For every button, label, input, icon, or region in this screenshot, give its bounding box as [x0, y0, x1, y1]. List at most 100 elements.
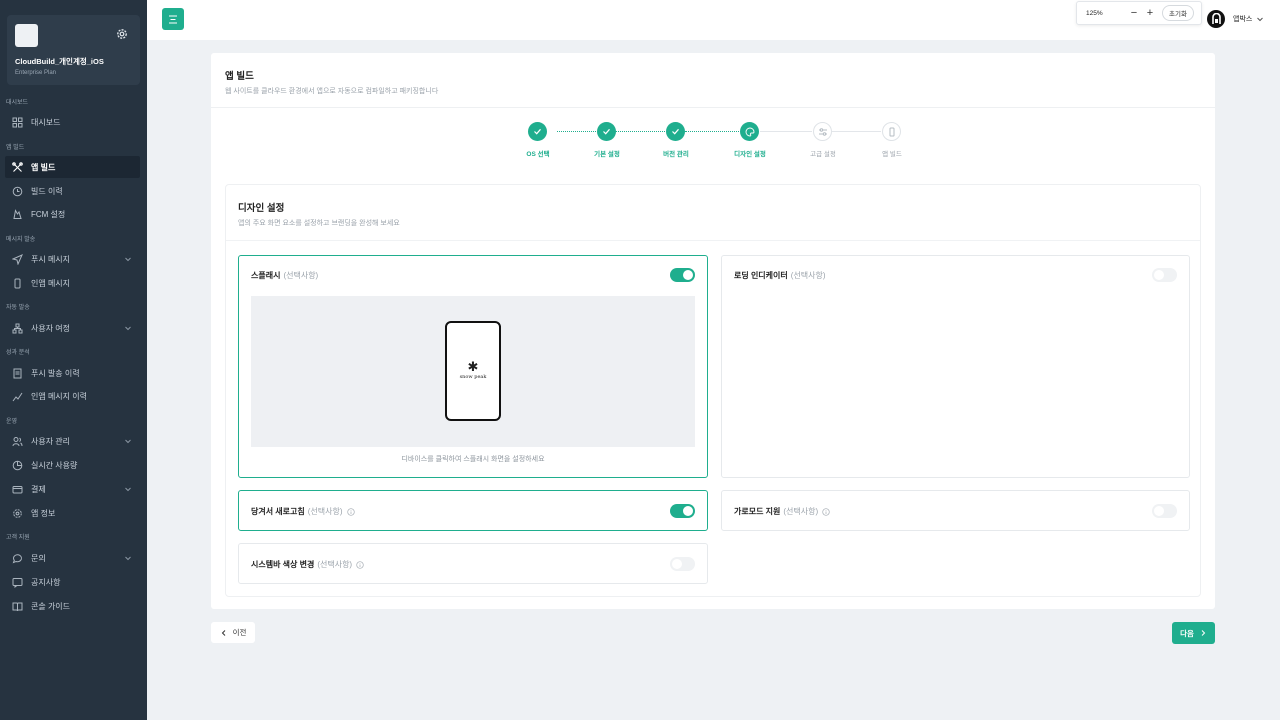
sidebar-item-fcm[interactable]: FCM 설정 [5, 203, 140, 225]
prev-label: 이전 [232, 628, 247, 637]
app-logo [15, 24, 38, 47]
step-connector [616, 131, 665, 132]
step-advanced[interactable] [813, 122, 832, 141]
step-os[interactable] [528, 122, 547, 141]
divider [211, 107, 1215, 108]
sidebar-item-push[interactable]: 푸시 메시지 [5, 248, 140, 270]
statusbar-toggle[interactable] [670, 557, 695, 571]
step-label-build: 앱 빌드 [882, 151, 902, 158]
statusbar-color-option: 시스템바 색상 변경 (선택사항) [238, 543, 708, 584]
history-icon [12, 186, 23, 196]
account-card[interactable]: CloudBuild_개인계정_iOS Enterprise Plan [7, 15, 140, 85]
loading-label: 로딩 인디케이터 (선택사항) [734, 270, 826, 281]
zoom-control: 125% − + 초기화 [1076, 1, 1202, 25]
menu-toggle-button[interactable] [162, 8, 184, 30]
splash-brand-logo: snow peak [459, 374, 487, 380]
splash-toggle[interactable] [670, 268, 695, 282]
sidebar-item-inapp-history[interactable]: 인앱 메시지 이력 [5, 385, 140, 407]
book-icon [12, 602, 23, 611]
section-support: 고객 지원 [6, 535, 30, 541]
sidebar-item-app-build[interactable]: 앱 빌드 [5, 156, 140, 178]
step-build[interactable] [882, 122, 901, 141]
sidebar: CloudBuild_개인계정_iOS Enterprise Plan 대시보드… [0, 0, 147, 720]
sidebar-item-label: 실시간 사용량 [31, 460, 78, 470]
topbar: 125% − + 초기화 앱박스 [147, 0, 1280, 40]
sidebar-item-label: 인앱 메시지 이력 [31, 391, 87, 401]
step-design[interactable] [740, 122, 759, 141]
sidebar-item-build-history[interactable]: 빌드 이력 [5, 180, 140, 202]
card-icon [12, 485, 23, 493]
phone-icon [14, 278, 21, 288]
splash-preview: ✱ snow peak [251, 296, 695, 447]
pull-refresh-option: 당겨서 새로고침 (선택사항) [238, 490, 708, 531]
chevron-down-icon [125, 439, 131, 444]
option-title: 가로모드 지원 [734, 507, 781, 516]
user-menu[interactable]: 앱박스 [1207, 10, 1264, 28]
sidebar-item-dashboard[interactable]: 대시보드 [5, 111, 140, 133]
next-label: 다음 [1180, 628, 1194, 638]
tools-icon [12, 161, 23, 172]
section-title: 디자인 설정 [238, 203, 285, 214]
sidebar-item-label: FCM 설정 [31, 209, 66, 219]
sidebar-item-inapp[interactable]: 인앱 메시지 [5, 272, 140, 294]
prev-button[interactable]: 이전 [211, 622, 255, 643]
next-button[interactable]: 다음 [1172, 622, 1215, 644]
step-label-version: 버전 관리 [663, 151, 689, 158]
chevron-down-icon [125, 326, 131, 331]
hamburger-icon [169, 14, 177, 24]
grid-icon [12, 117, 23, 127]
loading-toggle[interactable] [1152, 268, 1177, 282]
gear-icon [13, 508, 22, 518]
optional-tag: (선택사항) [783, 507, 819, 516]
option-title: 로딩 인디케이터 [734, 271, 788, 280]
flow-icon [12, 323, 23, 333]
sidebar-item-label: 결제 [31, 484, 46, 494]
option-title: 당겨서 새로고침 [251, 507, 305, 516]
step-label-advanced: 고급 설정 [810, 151, 836, 158]
option-title: 시스템바 색상 변경 [251, 560, 315, 569]
info-icon[interactable] [346, 507, 355, 516]
chevron-down-icon [125, 487, 131, 492]
zoom-reset-button[interactable]: 초기화 [1162, 5, 1194, 21]
option-title: 스플래시 [251, 271, 281, 280]
sidebar-item-label: 빌드 이력 [31, 186, 63, 196]
snowflake-icon: ✱ [467, 359, 479, 374]
pie-icon [12, 460, 23, 470]
landscape-toggle[interactable] [1152, 504, 1177, 518]
step-label-basic: 기본 설정 [594, 151, 620, 158]
section-auto: 자동 발송 [6, 305, 30, 311]
sidebar-item-inquiry[interactable]: 문의 [5, 547, 140, 569]
gear-icon[interactable] [115, 27, 129, 41]
step-label-design: 디자인 설정 [734, 151, 766, 158]
splash-option: 스플래시 (선택사항) ✱ snow peak 디바이스를 클릭하여 스플래시 … [238, 255, 708, 478]
sidebar-item-users[interactable]: 사용자 관리 [5, 430, 140, 452]
sidebar-item-push-history[interactable]: 푸시 발송 이력 [5, 362, 140, 384]
sidebar-item-journey[interactable]: 사용자 여정 [5, 317, 140, 339]
step-connector [760, 131, 812, 132]
splash-device[interactable]: ✱ snow peak [445, 321, 501, 421]
step-version[interactable] [666, 122, 685, 141]
sidebar-item-label: 앱 빌드 [31, 162, 56, 172]
step-connector [685, 131, 739, 132]
info-icon[interactable] [356, 560, 364, 569]
sidebar-item-label: 문의 [31, 553, 46, 563]
sidebar-item-notice[interactable]: 공지사항 [5, 571, 140, 593]
sidebar-item-label: 인앱 메시지 [31, 278, 71, 288]
pull-refresh-toggle[interactable] [670, 504, 695, 518]
zoom-in-button[interactable]: + [1142, 7, 1158, 19]
sidebar-item-guide[interactable]: 콘솔 가이드 [5, 595, 140, 617]
sidebar-item-label: 공지사항 [31, 577, 61, 587]
sidebar-item-app-info[interactable]: 앱 정보 [5, 502, 140, 524]
sidebar-item-label: 사용자 관리 [31, 436, 71, 446]
page-subtitle: 웹 사이트를 클라우드 환경에서 앱으로 자동으로 컴파일하고 패키징합니다 [225, 88, 439, 95]
section-dashboard: 대시보드 [6, 100, 29, 106]
zoom-level: 125% [1086, 9, 1103, 17]
step-basic[interactable] [597, 122, 616, 141]
sidebar-item-billing[interactable]: 결제 [5, 478, 140, 500]
chevron-right-icon [1201, 630, 1206, 636]
check-icon [672, 128, 679, 135]
chevron-down-icon [125, 556, 131, 561]
zoom-out-button[interactable]: − [1126, 7, 1142, 19]
info-icon[interactable] [822, 507, 830, 516]
sidebar-item-realtime[interactable]: 실시간 사용량 [5, 454, 140, 476]
